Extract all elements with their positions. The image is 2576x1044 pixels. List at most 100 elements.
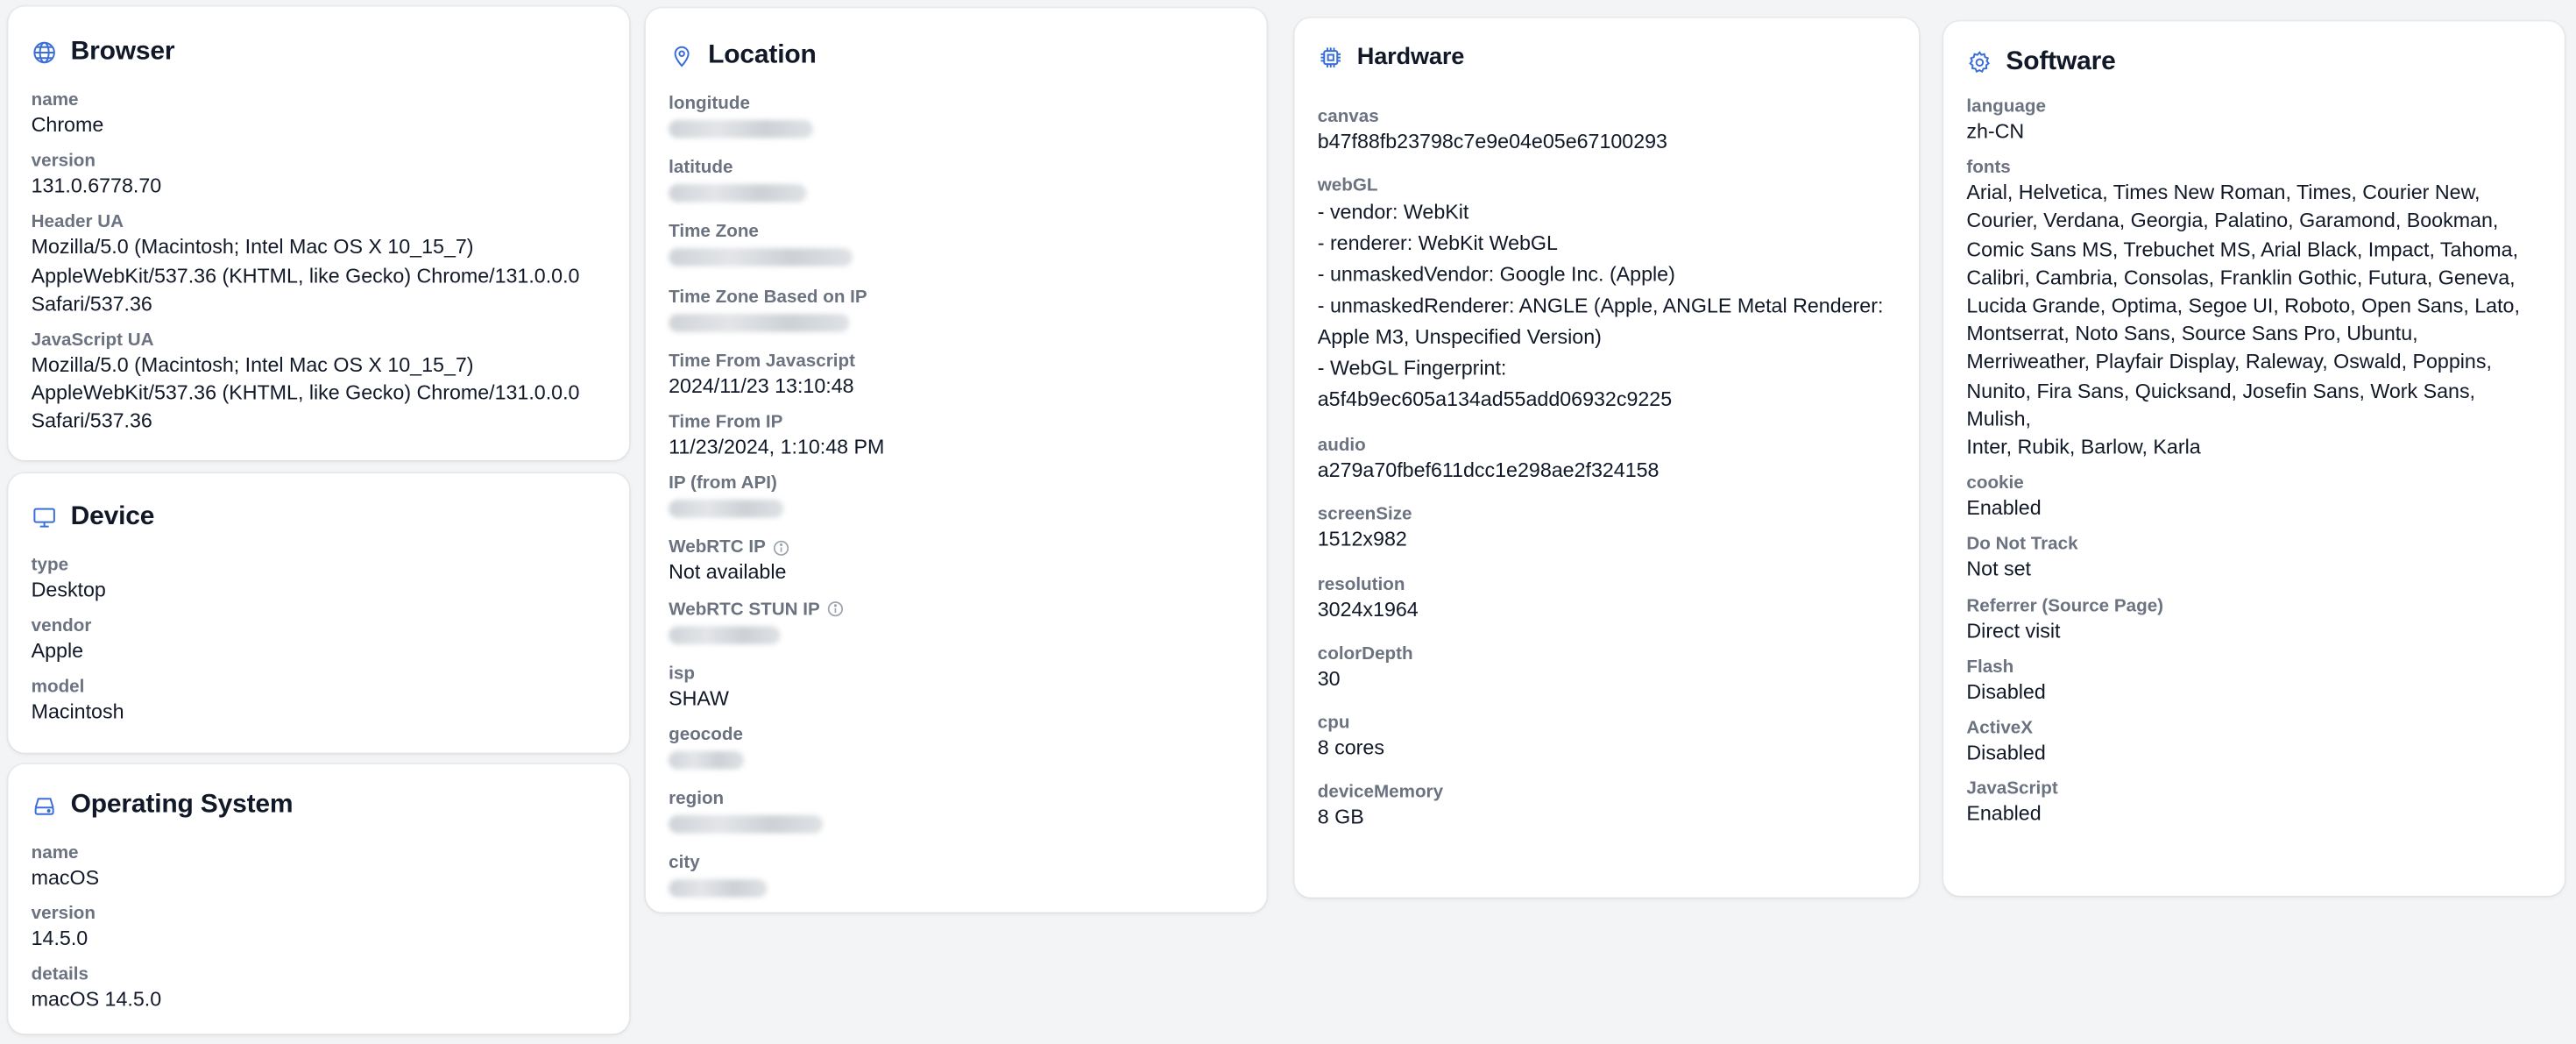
browser-title: Browser (70, 38, 175, 66)
blurred-value (669, 495, 1243, 527)
blurred-value (669, 621, 1243, 652)
location-card: Location longitude latitude Time Zone Ti… (645, 8, 1267, 913)
cpu-chip-icon (1318, 45, 1344, 71)
software-card-header: Software (1966, 43, 2541, 82)
field-label: Do Not Track (1966, 535, 2078, 555)
field-value: 8 GB (1317, 806, 1364, 829)
field-value: Mozilla/5.0 (Macintosh; Intel Mac OS X 1… (31, 235, 580, 316)
hardware-field-webgl: webGL - vendor: WebKit - renderer: WebKi… (1318, 174, 1896, 416)
location-field-isp: isp SHAW (669, 662, 1243, 714)
device-title: Device (70, 502, 155, 531)
field-label: longitude (669, 93, 750, 114)
hardware-card: Hardware canvas b47f88fb23798c7e9e04e05e… (1294, 18, 1919, 898)
blurred-value (669, 875, 1243, 906)
software-field-fonts: fonts Arial, Helvetica, Times New Roman,… (1966, 157, 2541, 463)
field-value: 3024x1964 (1317, 597, 1419, 621)
hardware-field-resolution: resolution 3024x1964 (1318, 573, 1896, 625)
field-value: zh-CN (1966, 119, 2025, 144)
field-label: audio (1317, 436, 1366, 456)
field-label: region (669, 789, 725, 809)
device-card-header: Device (32, 498, 606, 537)
browser-field-name: name Chrome (32, 89, 606, 140)
location-title: Location (708, 40, 817, 69)
hardware-field-screen-size: screenSize 1512x982 (1318, 504, 1896, 556)
field-label-text: WebRTC STUN IP (669, 599, 820, 620)
field-label: IP (from API) (669, 473, 777, 494)
field-label: version (31, 904, 96, 925)
field-value: Mozilla/5.0 (Macintosh; Intel Mac OS X 1… (31, 353, 580, 433)
blurred-value (669, 244, 1243, 275)
field-value: 1512x982 (1317, 528, 1407, 551)
field-label: Time Zone (669, 222, 759, 243)
field-label: geocode (669, 724, 743, 745)
field-label-text: WebRTC IP (669, 537, 766, 558)
software-field-do-not-track: Do Not Track Not set (1966, 533, 2541, 585)
field-value: 11/23/2024, 1:10:48 PM (669, 435, 885, 459)
field-value: Enabled (1966, 802, 2042, 826)
location-field-ip-api: IP (from API) (669, 472, 1243, 527)
field-label: canvas (1317, 106, 1379, 127)
location-field-webrtc-ip: WebRTC IP Not available (669, 536, 1243, 588)
field-label: language (1966, 96, 2046, 117)
location-field-latitude: latitude (669, 157, 1243, 211)
info-icon[interactable] (772, 539, 790, 558)
location-field-longitude: longitude (669, 92, 1243, 146)
blurred-value (669, 180, 1243, 211)
field-value: SHAW (669, 686, 729, 710)
location-field-region: region (669, 788, 1243, 842)
field-label: Time From Javascript (669, 351, 855, 372)
field-value: b47f88fb23798c7e9e04e05e67100293 (1317, 130, 1667, 153)
field-value: Disabled (1966, 741, 2046, 764)
hardware-field-device-memory: deviceMemory 8 GB (1318, 781, 1896, 833)
field-label: JavaScript UA (31, 330, 154, 351)
location-card-header: Location (669, 36, 1243, 75)
location-field-time-zone: Time Zone (669, 221, 1243, 275)
hardware-field-cpu: cpu 8 cores (1318, 712, 1896, 763)
field-value: Not set (1966, 558, 2031, 581)
browser-field-header-ua: Header UA Mozilla/5.0 (Macintosh; Intel … (32, 211, 606, 319)
location-field-time-ip: Time From IP 11/23/2024, 1:10:48 PM (669, 411, 1243, 463)
info-icon[interactable] (826, 600, 845, 619)
software-field-activex: ActiveX Disabled (1966, 717, 2541, 769)
hardware-field-audio: audio a279a70fbef611dcc1e298ae2f324158 (1318, 434, 1896, 486)
location-field-city: city (669, 852, 1243, 906)
field-label: cpu (1317, 713, 1350, 734)
blurred-value (669, 115, 1243, 146)
blurred-value (669, 811, 1243, 842)
hard-drive-icon (32, 792, 58, 819)
field-label: resolution (1317, 574, 1405, 595)
gear-icon (1966, 49, 1992, 75)
hardware-card-header: Hardware (1318, 38, 1896, 77)
os-card-header: Operating System (32, 785, 606, 825)
field-label: latitude (669, 158, 733, 178)
field-label: name (31, 90, 79, 110)
field-value: Disabled (1966, 679, 2046, 704)
field-value: 30 (1317, 666, 1341, 691)
software-field-flash: Flash Disabled (1966, 656, 2541, 707)
field-label: webGL (1317, 176, 1378, 196)
browser-card-header: Browser (32, 33, 606, 73)
blurred-value (669, 309, 1243, 340)
operating-system-card: Operating System name macOS version 14.5… (8, 763, 630, 1034)
field-label: WebRTC IP (669, 536, 1243, 559)
map-pin-icon (669, 43, 695, 69)
field-value: a279a70fbef611dcc1e298ae2f324158 (1317, 458, 1660, 482)
location-field-time-zone-ip: Time Zone Based on IP (669, 286, 1243, 340)
software-field-javascript: JavaScript Enabled (1966, 778, 2541, 829)
field-value: Arial, Helvetica, Times New Roman, Times… (1966, 181, 2520, 459)
software-card: Software language zh-CN fonts Arial, Hel… (1943, 21, 2565, 896)
browser-card: Browser name Chrome version 131.0.6778.7… (8, 6, 630, 460)
field-value: Enabled (1966, 496, 2042, 520)
field-label: Header UA (31, 212, 124, 233)
field-label: Referrer (Source Page) (1966, 595, 2164, 616)
field-label: fonts (1966, 158, 2011, 178)
field-label: WebRTC STUN IP (669, 598, 1243, 621)
field-value: 14.5.0 (31, 927, 88, 951)
field-value: Not available (669, 561, 787, 585)
field-value: macOS (31, 866, 100, 890)
field-value: macOS 14.5.0 (31, 988, 162, 1012)
field-label: details (31, 965, 88, 985)
field-value: Apple (31, 639, 84, 664)
device-field-model: model Macintosh (32, 676, 606, 728)
field-label: Time From IP (669, 412, 783, 433)
